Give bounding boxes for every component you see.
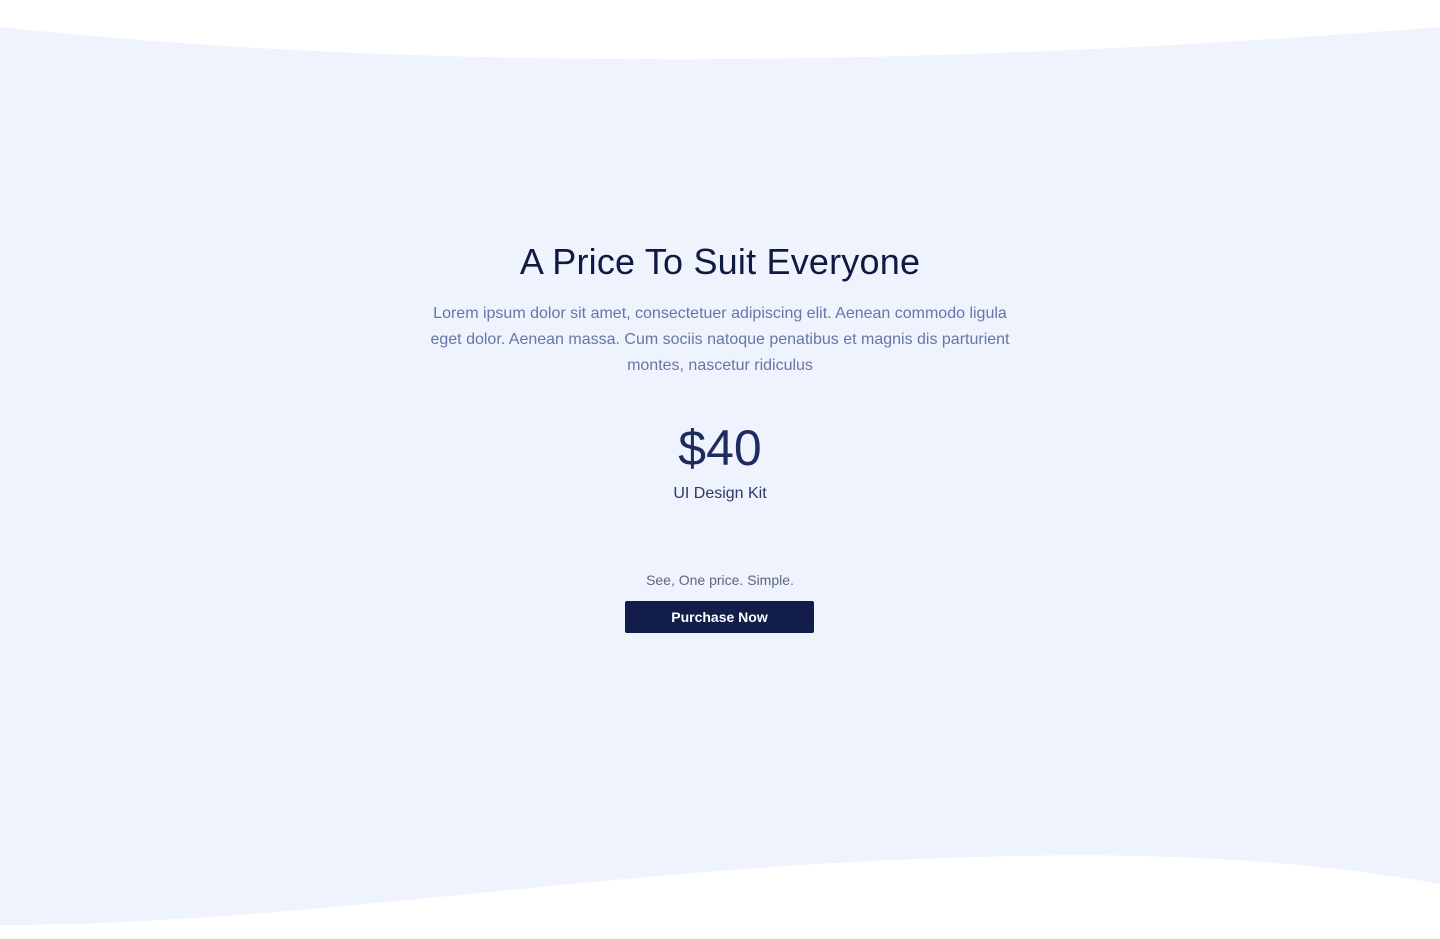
pricing-section: A Price To Suit Everyone Lorem ipsum dol… (0, 0, 1440, 939)
pricing-heading: A Price To Suit Everyone (519, 241, 921, 282)
product-name: UI Design Kit (673, 485, 767, 502)
purchase-now-button[interactable]: Purchase Now (625, 601, 814, 633)
price-tagline: See, One price. Simple. (646, 572, 794, 588)
price-amount: $40 (678, 420, 762, 476)
pricing-description: Lorem ipsum dolor sit amet, consectetuer… (430, 305, 1010, 374)
